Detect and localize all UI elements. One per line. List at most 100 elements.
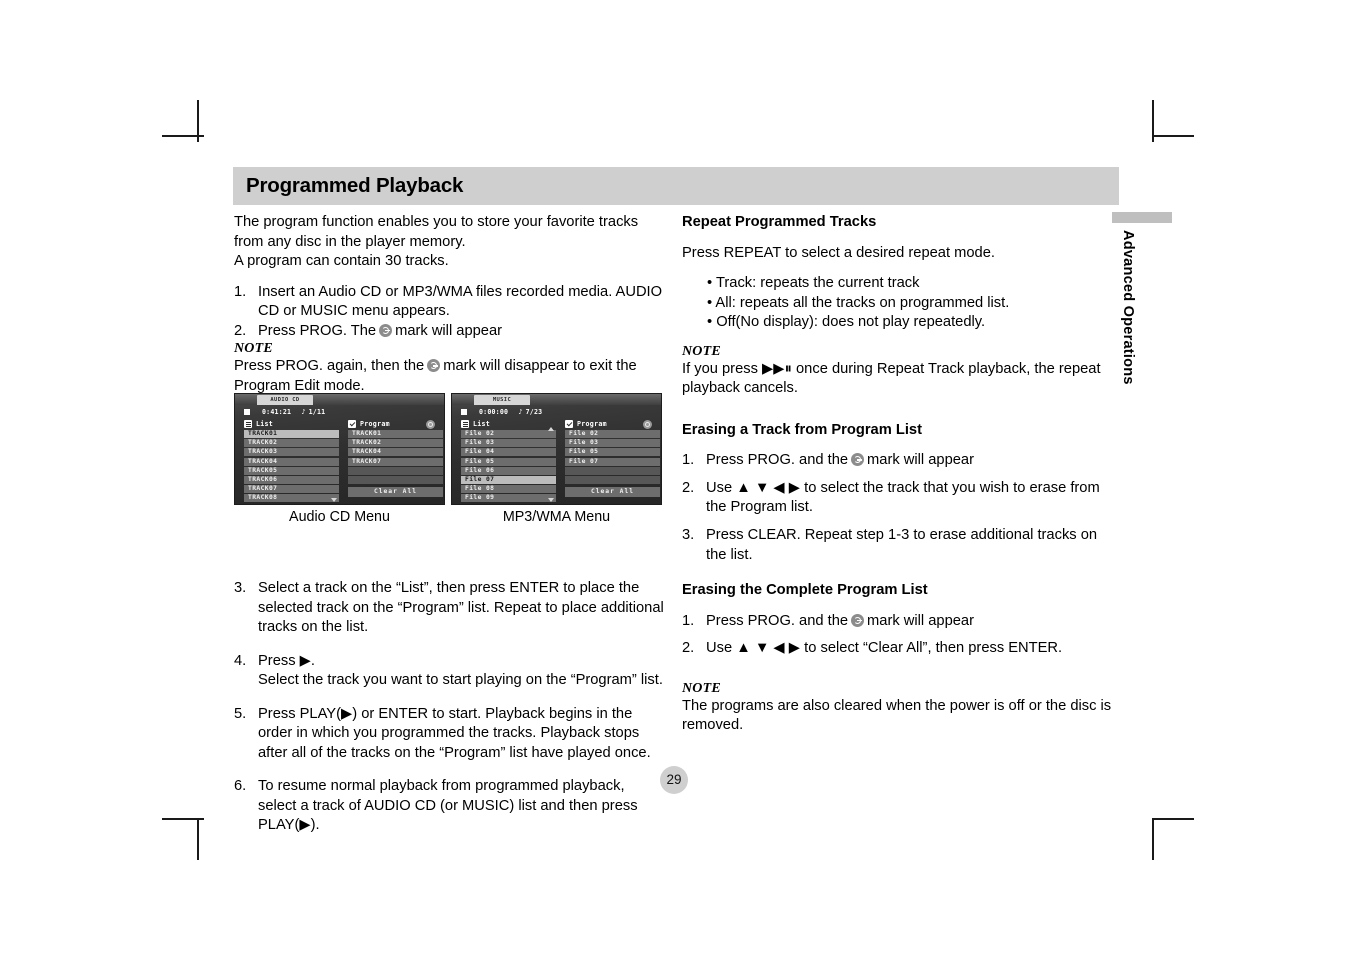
list-item[interactable]: TRACK07 <box>348 457 443 466</box>
list-item[interactable]: File 03 <box>461 439 556 448</box>
list-item[interactable]: File 09 <box>461 494 556 503</box>
note-label: NOTE <box>682 680 721 696</box>
note-body: The programs are also cleared when the p… <box>682 697 1112 734</box>
intro-line-3: A program can contain 30 tracks. <box>234 253 449 270</box>
list-item[interactable] <box>348 466 443 475</box>
intro-line-2: from any disc in the player memory. <box>234 233 466 250</box>
list-item[interactable]: File 07 <box>461 475 556 484</box>
step-text: Use ▲ ▼ ◀ ▶ to select “Clear All”, then … <box>706 640 1063 657</box>
music-note-icon: ♪ <box>301 408 306 416</box>
step-text: Press ▶. Select the track you want to st… <box>258 652 663 689</box>
clear-all-button[interactable]: Clear All <box>565 487 660 497</box>
clear-all-button[interactable]: Clear All <box>348 487 443 497</box>
checkbox-icon <box>565 420 573 428</box>
repeat-intro-text: Press REPEAT to select a desired repeat … <box>682 244 995 261</box>
step-text: Select a track on the “List”, then press… <box>258 580 664 636</box>
list-item: 1. Press PROG. and the mark will appear <box>682 612 1117 632</box>
stop-icon <box>244 409 250 415</box>
osd-program-column: File 02 File 03 File 05 File 07 <box>565 430 660 485</box>
list-item[interactable]: TRACK04 <box>244 457 339 466</box>
list-item: 2. Use ▲ ▼ ◀ ▶ to select “Clear All”, th… <box>682 639 1117 659</box>
scroll-up-icon[interactable] <box>548 427 554 431</box>
note-label: NOTE <box>682 343 721 359</box>
right-column: Repeat Programmed Tracks Press REPEAT to… <box>682 213 1117 736</box>
list-item[interactable]: TRACK03 <box>244 448 339 457</box>
list-item[interactable]: File 05 <box>565 448 660 457</box>
list-item[interactable]: TRACK01 <box>348 430 443 438</box>
list-item[interactable]: File 03 <box>565 439 660 448</box>
list-item: 1. Insert an Audio CD or MP3/WMA files r… <box>234 283 666 322</box>
list-item[interactable]: File 02 <box>565 430 660 438</box>
osd-status-bar: 0:00:00 ♪ 7/23 <box>461 408 542 416</box>
list-item[interactable] <box>348 475 443 484</box>
list-item[interactable]: TRACK07 <box>244 485 339 494</box>
list-item: 3. Select a track on the “List”, then pr… <box>234 579 666 638</box>
list-item[interactable]: TRACK04 <box>348 448 443 457</box>
scroll-down-icon[interactable] <box>331 498 337 502</box>
page-title-banner: Programmed Playback <box>233 167 1119 205</box>
step-number: 2. <box>682 640 695 657</box>
list-item: • Off(No display): does not play repeate… <box>707 314 986 331</box>
list-item: 4. Press ▶. Select the track you want to… <box>234 652 666 691</box>
step-text-after: mark will appear <box>867 452 974 469</box>
list-item[interactable]: File 08 <box>461 485 556 494</box>
prog-mark-icon <box>851 613 865 627</box>
list-item: 2. Press PROG. The mark will appear <box>234 322 666 342</box>
list-item[interactable]: File 06 <box>461 466 556 475</box>
mp3-wma-menu-screenshot: MUSIC 0:00:00 ♪ 7/23 List Program File 0… <box>451 393 662 505</box>
steps-1-2-list: 1. Insert an Audio CD or MP3/WMA files r… <box>234 283 666 342</box>
list-item[interactable]: TRACK08 <box>244 494 339 503</box>
note-body: If you press ▶▶⏸ once during Repeat Trac… <box>682 360 1101 397</box>
step-text-after: mark will appear <box>395 322 503 339</box>
list-item[interactable] <box>565 466 660 475</box>
list-item[interactable]: File 02 <box>461 430 556 438</box>
list-item: 1. Press PROG. and the mark will appear <box>682 451 1117 471</box>
list-item[interactable]: TRACK02 <box>244 439 339 448</box>
osd-program-header-label: Program <box>577 420 607 428</box>
step-number: 4. <box>234 652 247 669</box>
audio-cd-menu-screenshot: AUDIO CD 0:41:21 ♪ 1/11 List Program TRA… <box>234 393 445 505</box>
list-item[interactable]: TRACK01 <box>244 430 339 438</box>
erase-track-steps-list: 1. Press PROG. and the mark will appear 2… <box>682 451 1117 565</box>
step-number: 5. <box>234 705 247 722</box>
prog-mark-icon <box>851 453 865 467</box>
list-item[interactable]: File 05 <box>461 457 556 466</box>
list-item[interactable]: File 04 <box>461 448 556 457</box>
step-text-before: Press PROG. and the <box>706 612 849 629</box>
list-icon <box>461 420 469 428</box>
list-item[interactable]: TRACK02 <box>348 439 443 448</box>
osd-elapsed-time: 0:41:21 <box>262 408 292 416</box>
crop-mark-top-left-vertical <box>197 100 199 142</box>
osd-list-column: File 02 File 03 File 04 File 05 File 06 … <box>461 430 556 504</box>
step-number: 2. <box>234 322 247 339</box>
list-item: 3. Press CLEAR. Repeat step 1-3 to erase… <box>682 526 1117 565</box>
prog-mark-icon <box>379 323 393 337</box>
left-column: The program function enables you to stor… <box>234 213 666 833</box>
list-item: 6. To resume normal playback from progra… <box>234 777 666 836</box>
step-text: Press PLAY(▶) or ENTER to start. Playbac… <box>258 705 651 761</box>
step-number: 3. <box>234 580 247 596</box>
checkbox-icon <box>348 420 356 428</box>
list-item[interactable]: TRACK06 <box>244 475 339 484</box>
list-item[interactable]: TRACK05 <box>244 466 339 475</box>
osd-tab-label: MUSIC <box>474 394 530 405</box>
step-number: 1. <box>682 452 695 469</box>
scroll-down-icon[interactable] <box>548 498 554 502</box>
crop-mark-bottom-right-horizontal <box>1152 818 1194 820</box>
list-item: • All: repeats all the tracks on program… <box>707 294 1010 311</box>
list-item[interactable] <box>565 475 660 484</box>
step-number: 1. <box>682 612 695 629</box>
osd-track-counter: 7/23 <box>525 408 543 416</box>
step-text: Use ▲ ▼ ◀ ▶ to select the track that you… <box>706 479 1100 516</box>
audio-cd-menu-caption: Audio CD Menu <box>289 509 390 525</box>
list-item[interactable]: File 07 <box>565 457 660 466</box>
osd-list-header-label: List <box>473 420 491 428</box>
note-text-before: Press PROG. again, then the <box>234 358 425 375</box>
osd-list-column-header: List <box>244 420 273 428</box>
list-item: 5. Press PLAY(▶) or ENTER to start. Play… <box>234 705 666 764</box>
